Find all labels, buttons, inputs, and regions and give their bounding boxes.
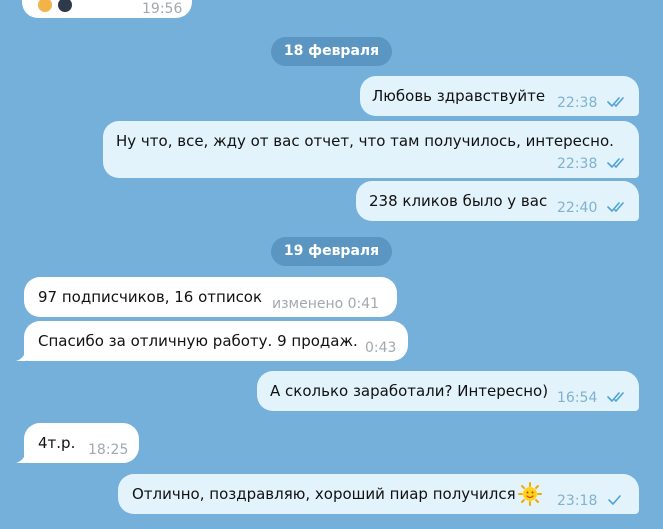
message-text: Отлично, поздравляю, хороший пиар получи… [132,485,516,503]
message-time: 23:18 [557,493,598,509]
message-text: 97 подписчиков, 16 отписок [38,288,263,306]
message-time: 16:54 [557,390,598,406]
bubble-tail [16,453,26,463]
message-bubble-outgoing[interactable]: Ну что, все, жду от вас отчет, что там п… [103,121,639,178]
bubble-tail [16,351,26,361]
message-text: Любовь здравствуйте [372,87,546,105]
chat-area: 19:56 18 февраля Любовь здравствуйте 22:… [0,0,663,529]
message-time: 22:40 [557,200,598,216]
message-time: 22:38 [557,95,598,111]
message-bubble-outgoing[interactable]: Отлично, поздравляю, хороший пиар получи… [118,474,639,514]
message-text: 238 кликов было у вас [369,192,548,210]
message-bubble-outgoing[interactable]: Любовь здравствуйте 22:38 [360,76,639,116]
avatar [38,0,52,12]
message-bubble-incoming[interactable]: 4т.р. 18:25 [24,423,139,463]
message-bubble-outgoing[interactable]: А сколько заработали? Интересно) 16:54 [257,371,639,411]
message-text: Ну что, все, жду от вас отчет, что там п… [116,132,614,150]
message-bubble-incoming[interactable]: 97 подписчиков, 16 отписок изменено 0:41 [24,277,397,317]
message-bubble-incoming[interactable]: Спасибо за отличную работу. 9 продаж. 0:… [24,321,408,361]
message-time: 0:43 [365,340,397,356]
double-check-icon [607,158,624,168]
message-time: 18:25 [88,442,129,458]
message-time: изменено 0:41 [272,296,380,312]
message-bubble-outgoing[interactable]: 238 кликов было у вас 22:40 [356,181,639,221]
date-separator: 18 февраля [271,37,392,66]
date-separator: 19 февраля [271,237,392,266]
message-time: 19:56 [142,1,183,17]
message-text: А сколько заработали? Интересно) [270,382,549,400]
double-check-icon [607,97,624,107]
message-bubble-partial[interactable]: 19:56 [22,0,192,18]
message-text: Спасибо за отличную работу. 9 продаж. [38,332,358,350]
message-time: 22:38 [557,156,598,172]
sun-emoji-icon [518,482,542,506]
double-check-icon [607,392,624,402]
message-text: 4т.р. [38,434,76,452]
avatar [58,0,72,12]
check-icon [608,495,621,505]
double-check-icon [607,202,624,212]
